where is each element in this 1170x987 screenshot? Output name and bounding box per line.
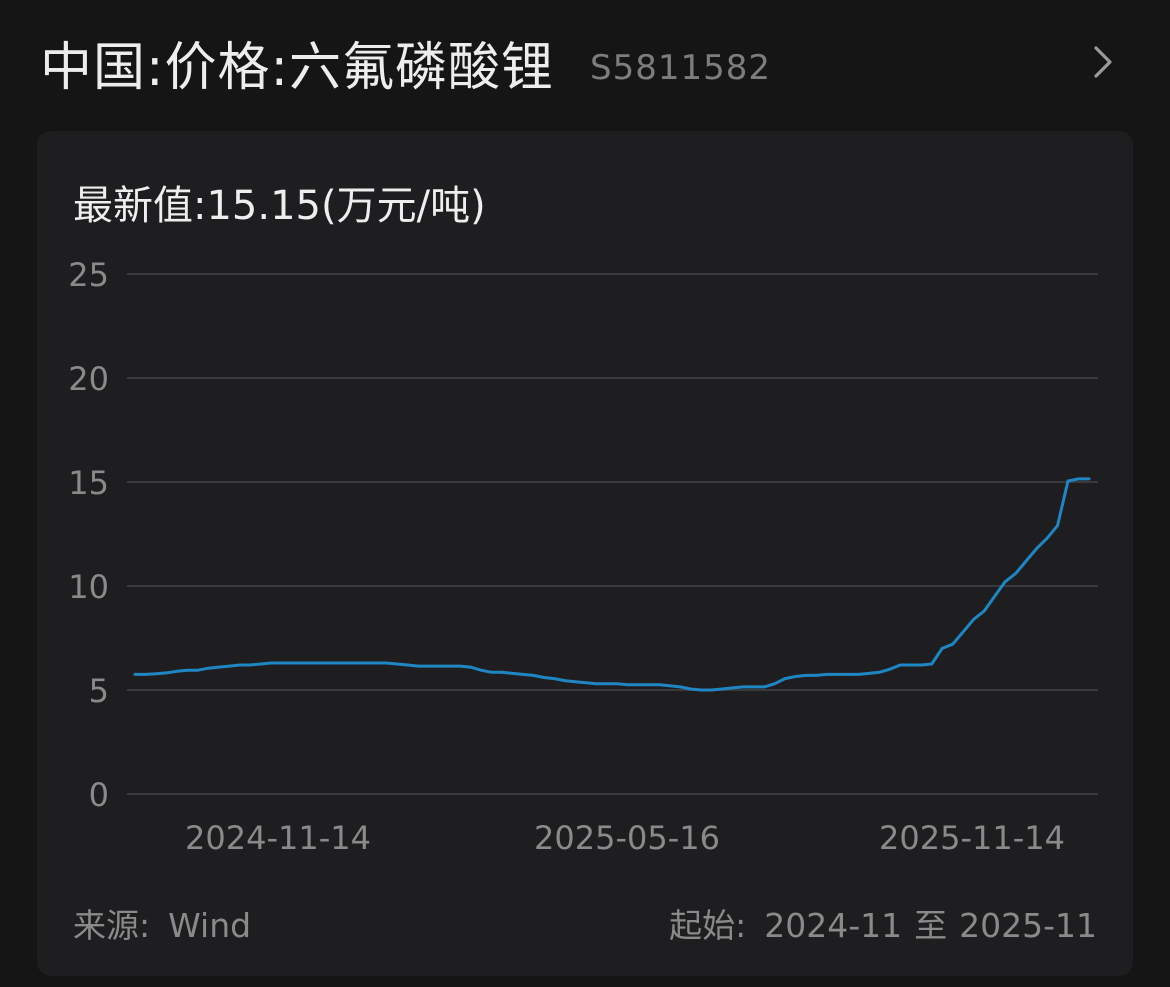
y-tick-label: 10: [68, 568, 109, 606]
y-tick-label: 0: [89, 776, 109, 814]
source-label: 来源:: [73, 906, 151, 945]
range-separator: 至: [914, 906, 948, 945]
x-tick-label: 2025-05-16: [534, 819, 720, 857]
source-value: Wind: [168, 906, 252, 945]
y-tick-label: 5: [89, 672, 109, 710]
y-tick-label: 20: [68, 360, 109, 398]
series-line: [133, 477, 1091, 692]
date-range: 起始: 2024-11 至 2025-11: [669, 899, 1097, 947]
x-tick-label: 2025-11-14: [879, 819, 1065, 857]
x-tick-label: 2024-11-14: [185, 819, 371, 857]
chart-card: 最新值:15.15(万元/吨) 0 5 10 15 20 25 2024-11-14 2025…: [37, 131, 1133, 976]
range-start: 2024-11: [764, 906, 903, 945]
source-info: 来源: Wind: [73, 899, 251, 947]
header: 中国:价格:六氟磷酸锂 S5811582: [40, 22, 1130, 102]
line-chart: 0 5 10 15 20 25 2024-11-14 2025-05-16 2025-11-14: [68, 256, 1098, 857]
range-label: 起始:: [669, 906, 747, 945]
indicator-code: S5811582: [590, 48, 772, 88]
range-end: 2025-11: [959, 906, 1097, 945]
y-tick-label: 15: [68, 464, 109, 502]
chevron-right-icon[interactable]: [1088, 42, 1118, 82]
y-tick-label: 25: [68, 256, 109, 294]
page-title: 中国:价格:六氟磷酸锂: [40, 37, 555, 98]
